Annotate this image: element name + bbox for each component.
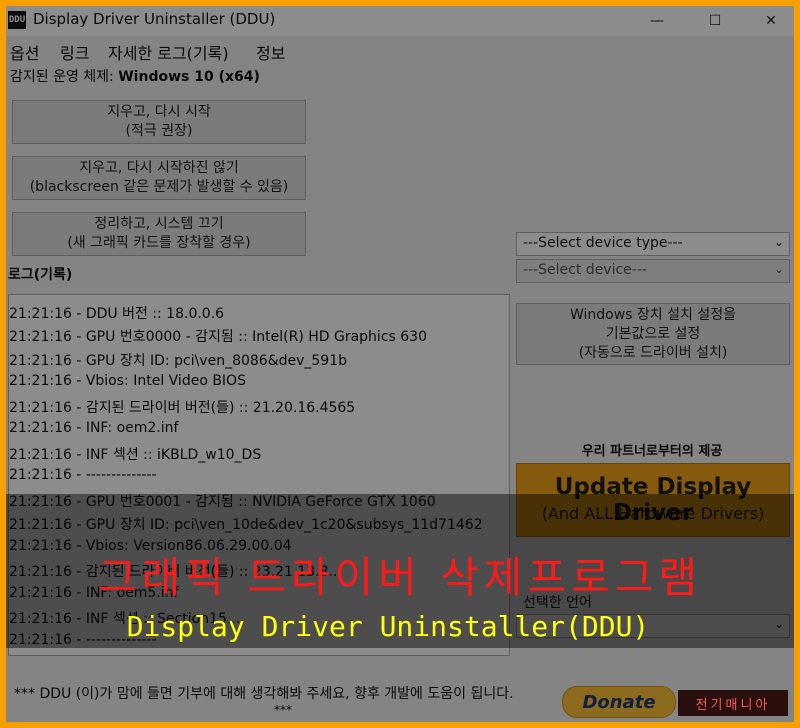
watermark: 전기매니아: [678, 690, 788, 716]
overlay-subtitle: Display Driver Uninstaller(DDU): [126, 610, 650, 643]
overlay-title: 그래픽 드라이버 삭제프로그램: [97, 553, 703, 602]
